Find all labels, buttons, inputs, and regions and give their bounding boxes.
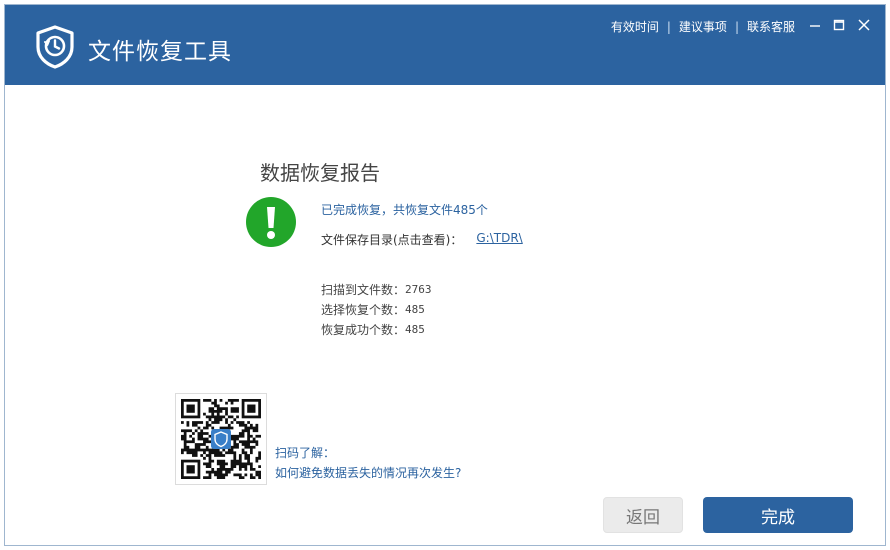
save-directory-label: 文件保存目录(点击查看)：	[321, 233, 463, 247]
qr-caption-title: 扫码了解：	[275, 446, 336, 460]
save-directory-link[interactable]: G:\TDR\	[476, 231, 522, 248]
shield-clock-logo-icon	[36, 25, 74, 69]
title-bar: 文件恢复工具 有效时间 | 建议事项 | 联系客服	[5, 5, 885, 85]
back-button[interactable]: 返回	[603, 497, 683, 533]
close-icon[interactable]	[854, 15, 874, 35]
report-title: 数据恢复报告	[260, 161, 380, 185]
app-window: 文件恢复工具 有效时间 | 建议事项 | 联系客服 数据恢复报告 已完成恢复，共…	[4, 4, 886, 546]
contact-support-link[interactable]: 联系客服	[747, 18, 795, 35]
stat-scanned: 扫描到文件数： 2763	[321, 280, 432, 300]
stat-label: 扫描到文件数：	[321, 283, 406, 297]
header-links: 有效时间 | 建议事项 | 联系客服	[611, 18, 795, 35]
recovery-status-text: 已完成恢复，共恢复文件485个	[321, 203, 488, 217]
qr-caption: 扫码了解： 如何避免数据丢失的情况再次发生?	[275, 443, 461, 483]
stat-label: 恢复成功个数：	[321, 323, 406, 337]
qr-caption-question: 如何避免数据丢失的情况再次发生?	[275, 466, 462, 480]
done-button[interactable]: 完成	[703, 497, 853, 533]
stat-value: 485	[405, 303, 425, 316]
qr-code	[175, 393, 267, 485]
stat-label: 选择恢复个数：	[321, 303, 406, 317]
link-divider: |	[666, 19, 671, 34]
stat-selected: 选择恢复个数： 485	[321, 300, 432, 320]
stat-succeeded: 恢复成功个数： 485	[321, 320, 432, 340]
qr-code-image	[181, 399, 261, 479]
maximize-icon[interactable]	[829, 15, 849, 35]
app-title: 文件恢复工具	[88, 39, 232, 65]
recovery-stats: 扫描到文件数： 2763 选择恢复个数： 485 恢复成功个数： 485	[321, 280, 432, 340]
suggestions-link[interactable]: 建议事项	[679, 18, 727, 35]
minimize-icon[interactable]	[805, 15, 825, 35]
exclamation-icon	[246, 197, 296, 247]
stat-value: 485	[405, 323, 425, 336]
save-directory-row: 文件保存目录(点击查看)： G:\TDR\	[321, 231, 523, 248]
stat-value: 2763	[405, 283, 432, 296]
validity-link[interactable]: 有效时间	[611, 18, 659, 35]
link-divider: |	[734, 19, 739, 34]
report-panel: 数据恢复报告 已完成恢复，共恢复文件485个 文件保存目录(点击查看)： G:\…	[5, 85, 885, 547]
